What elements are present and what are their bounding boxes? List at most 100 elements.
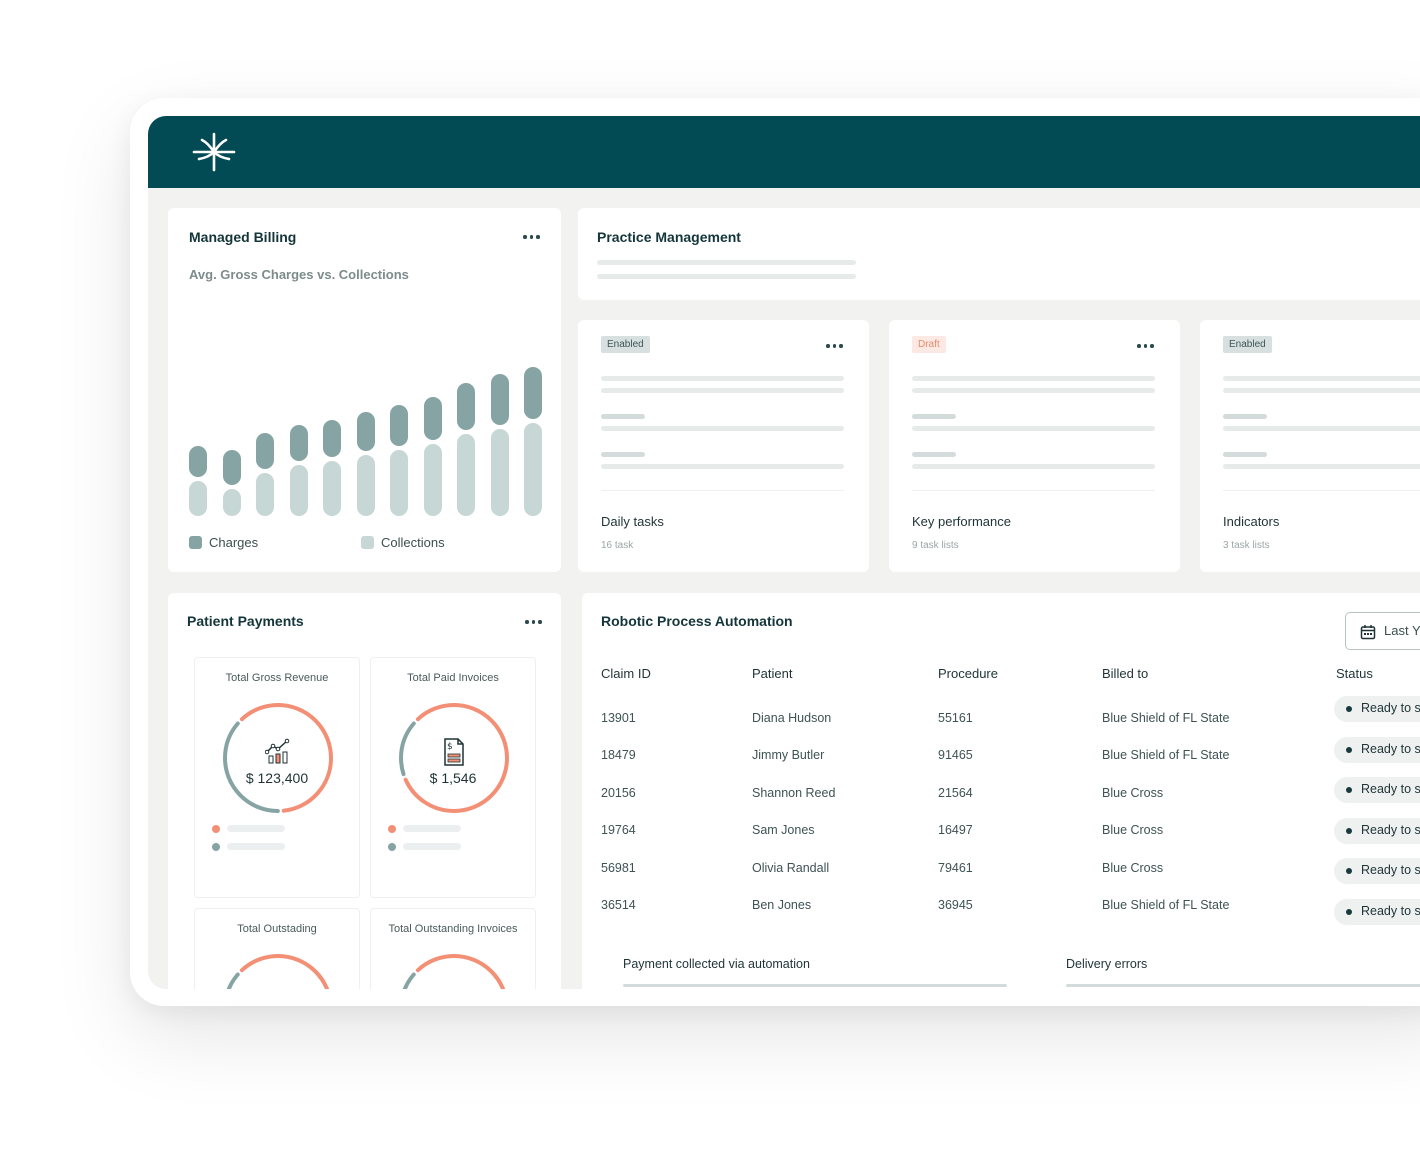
svg-text:$: $ <box>447 742 453 752</box>
payment-tile[interactable]: Total Outstading <box>194 908 360 989</box>
legend-dot-orange <box>212 825 220 833</box>
payment-tile[interactable]: Total Paid Invoices $ $ 1,546 <box>370 657 536 898</box>
column-header[interactable]: Status <box>1336 666 1373 681</box>
bar-column <box>189 328 207 516</box>
legend-charges-label: Charges <box>209 535 259 550</box>
column-header[interactable]: Patient <box>752 666 792 681</box>
placeholder-line <box>912 376 1155 381</box>
bar-charges <box>356 411 375 451</box>
bar-column <box>323 328 341 516</box>
status-label: Ready to s <box>1361 822 1420 837</box>
table-cell: Ben Jones <box>752 898 812 912</box>
status-badge: Enabled <box>1223 336 1272 353</box>
placeholder-bar <box>403 825 461 832</box>
status-dot-icon <box>1346 827 1352 834</box>
placeholder-line <box>597 274 856 279</box>
table-cell: Blue Shield of FL State <box>1102 711 1230 725</box>
more-options-icon[interactable] <box>523 235 540 239</box>
patient-payments-card: Patient Payments Total Gross Revenue $ 1… <box>168 593 561 989</box>
divider <box>1223 490 1420 491</box>
status-pill[interactable]: Ready to s <box>1334 817 1420 844</box>
table-cell: Jimmy Butler <box>752 748 825 763</box>
bar-collections <box>457 434 475 516</box>
task-card[interactable]: Enabled Indicators 3 task lists <box>1200 320 1420 572</box>
placeholder-line <box>912 414 956 419</box>
placeholder-bar <box>227 843 285 850</box>
payment-collected-bar <box>623 984 1007 987</box>
table-cell: Shannon Reed <box>752 785 836 800</box>
bar-collections <box>423 444 442 516</box>
table-cell: 16497 <box>938 823 973 838</box>
bar-collections <box>356 455 375 516</box>
table-cell: 18479 <box>601 748 636 763</box>
rpa-title: Robotic Process Automation <box>601 613 793 629</box>
status-label: Ready to s <box>1361 701 1420 715</box>
table-cell: Blue Cross <box>1102 860 1164 875</box>
table-cell: 21564 <box>938 785 973 800</box>
column-header[interactable]: Procedure <box>938 666 998 681</box>
rpa-card: Robotic Process Automation Last Y Claim … <box>582 593 1420 989</box>
status-pill[interactable]: Ready to s <box>1334 858 1420 884</box>
date-range-button[interactable]: Last Y <box>1345 612 1420 650</box>
task-card[interactable]: Enabled Daily tasks 16 task <box>578 320 869 572</box>
more-options-icon[interactable] <box>826 344 843 348</box>
legend-collections-label: Collections <box>381 535 445 550</box>
bar-charges <box>189 446 207 477</box>
table-cell: Blue Cross <box>1102 823 1164 838</box>
status-pill[interactable]: Ready to s <box>1334 898 1420 925</box>
status-label: Ready to s <box>1361 782 1420 796</box>
task-card-title: Daily tasks <box>601 514 664 529</box>
legend-charges-swatch <box>189 536 202 549</box>
placeholder-line <box>1223 414 1267 419</box>
bar-collections <box>289 465 308 516</box>
placeholder-bar <box>403 843 461 850</box>
status-dot-icon <box>1346 706 1352 712</box>
logo-icon <box>192 132 236 172</box>
more-options-icon[interactable] <box>1137 344 1154 348</box>
more-options-icon[interactable] <box>525 620 542 624</box>
task-card-title: Key performance <box>912 514 1011 529</box>
column-header[interactable]: Claim ID <box>601 666 651 681</box>
invoice-icon: $ <box>444 738 464 766</box>
placeholder-line <box>601 388 844 393</box>
payment-tile[interactable]: Total Outstanding Invoices <box>370 908 536 989</box>
status-badge: Enabled <box>601 336 650 353</box>
task-card-subtitle: 16 task <box>601 540 634 551</box>
task-card[interactable]: Draft Key performance 9 task lists <box>889 320 1180 572</box>
bar-charges <box>256 433 274 469</box>
placeholder-line <box>1223 388 1420 393</box>
status-pill[interactable]: Ready to s <box>1334 777 1420 803</box>
task-card-title: Indicators <box>1223 514 1280 529</box>
tile-title: Total Gross Revenue <box>225 672 329 684</box>
tile-value: $ 1,546 <box>429 770 477 786</box>
divider <box>912 490 1155 491</box>
tile-title: Total Paid Invoices <box>407 672 499 684</box>
placeholder-line <box>912 388 1155 393</box>
bar-column <box>289 328 308 516</box>
bar-column <box>490 328 509 516</box>
table-cell: 56981 <box>601 860 636 875</box>
table-cell: Diana Hudson <box>752 711 832 725</box>
date-range-label: Last Y <box>1384 623 1420 638</box>
bar-chart <box>189 328 549 516</box>
payment-tile[interactable]: Total Gross Revenue $ 123,400 <box>194 657 360 898</box>
tile-value: $ 123,400 <box>245 770 309 786</box>
table-cell: 19764 <box>601 823 636 838</box>
table-cell: Olivia Randall <box>752 860 830 875</box>
payment-collected-label: Payment collected via automation <box>623 957 810 971</box>
donut-chart <box>399 954 509 989</box>
chart-growth-icon <box>265 738 290 764</box>
placeholder-line <box>597 260 856 265</box>
managed-billing-title: Managed Billing <box>189 229 297 245</box>
bar-column <box>222 328 241 516</box>
table-cell: Blue Shield of FL State <box>1102 898 1230 912</box>
practice-management-card: Practice Management <box>578 208 1420 300</box>
donut-chart <box>223 954 333 989</box>
bar-charges <box>524 366 542 419</box>
placeholder-line <box>601 414 645 419</box>
delivery-errors-bar <box>1066 984 1420 987</box>
bar-column <box>423 328 442 516</box>
status-pill[interactable]: Ready to s <box>1334 696 1420 722</box>
column-header[interactable]: Billed to <box>1102 666 1148 681</box>
status-pill[interactable]: Ready to s <box>1334 736 1420 763</box>
